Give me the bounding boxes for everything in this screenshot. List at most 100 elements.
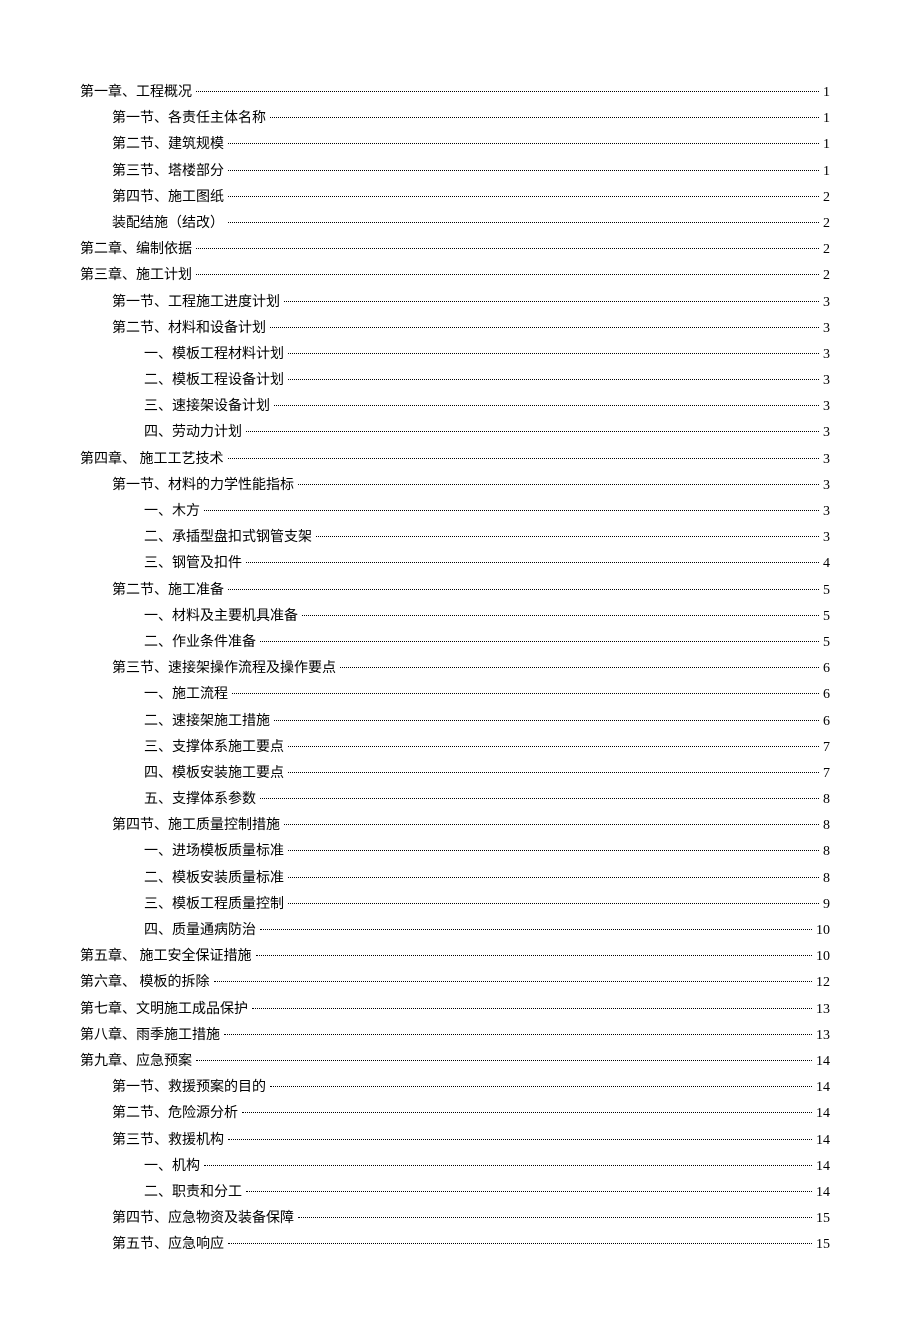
- toc-entry: 二、职责和分工14: [80, 1180, 830, 1205]
- toc-entry-page: 3: [823, 368, 830, 393]
- toc-entry-label: 第三节、救援机构: [112, 1128, 224, 1153]
- toc-leader-dots: [270, 1086, 812, 1087]
- toc-entry-page: 14: [816, 1075, 830, 1100]
- toc-entry: 第四章、 施工工艺技术3: [80, 447, 830, 472]
- toc-entry-label: 一、模板工程材料计划: [144, 342, 284, 367]
- toc-entry-page: 8: [823, 787, 830, 812]
- toc-leader-dots: [274, 720, 819, 721]
- toc-entry-label: 二、承插型盘扣式钢管支架: [144, 525, 312, 550]
- toc-entry-label: 一、施工流程: [144, 682, 228, 707]
- toc-entry: 第二章、编制依据 2: [80, 237, 830, 262]
- toc-entry-page: 3: [823, 290, 830, 315]
- toc-entry-page: 10: [816, 944, 830, 969]
- toc-entry: 三、支撑体系施工要点 7: [80, 735, 830, 760]
- toc-entry-label: 一、机构: [144, 1154, 200, 1179]
- toc-leader-dots: [228, 170, 819, 171]
- toc-leader-dots: [260, 798, 819, 799]
- toc-entry-page: 2: [823, 237, 830, 262]
- toc-entry: 二、模板安装质量标准 8: [80, 866, 830, 891]
- toc-entry-page: 14: [816, 1101, 830, 1126]
- toc-entry: 第一节、工程施工进度计划 3: [80, 290, 830, 315]
- toc-entry: 第五章、 施工安全保证措施10: [80, 944, 830, 969]
- toc-entry-page: 13: [816, 1023, 830, 1048]
- toc-entry-label: 一、进场模板质量标准: [144, 839, 284, 864]
- toc-entry: 四、质量通病防治10: [80, 918, 830, 943]
- toc-entry: 三、钢管及扣件4: [80, 551, 830, 576]
- toc-leader-dots: [196, 274, 819, 275]
- toc-entry: 第三章、施工计划2: [80, 263, 830, 288]
- toc-entry-page: 12: [816, 970, 830, 995]
- toc-entry: 第一章、工程概况1: [80, 80, 830, 105]
- toc-entry-label: 第二节、危险源分析: [112, 1101, 238, 1126]
- toc-entry-label: 第二章、编制依据: [80, 237, 192, 262]
- toc-leader-dots: [288, 850, 819, 851]
- toc-entry-label: 三、支撑体系施工要点: [144, 735, 284, 760]
- toc-entry-page: 14: [816, 1180, 830, 1205]
- toc-entry-page: 7: [823, 735, 830, 760]
- toc-entry-label: 第三节、速接架操作流程及操作要点: [112, 656, 336, 681]
- toc-entry: 第四节、应急物资及装备保障15: [80, 1206, 830, 1231]
- toc-entry-page: 8: [823, 866, 830, 891]
- toc-leader-dots: [228, 589, 819, 590]
- toc-entry-page: 1: [823, 106, 830, 131]
- table-of-contents: 第一章、工程概况1第一节、各责任主体名称1第二节、建筑规模1第三节、塔楼部分1第…: [80, 80, 830, 1257]
- toc-entry-page: 14: [816, 1128, 830, 1153]
- toc-entry: 第七章、文明施工成品保护13: [80, 997, 830, 1022]
- toc-entry: 第四节、施工质量控制措施8: [80, 813, 830, 838]
- toc-leader-dots: [204, 1165, 812, 1166]
- toc-leader-dots: [316, 536, 819, 537]
- toc-leader-dots: [228, 143, 819, 144]
- toc-leader-dots: [270, 327, 819, 328]
- toc-entry: 第三节、救援机构 14: [80, 1128, 830, 1153]
- toc-entry-label: 三、模板工程质量控制: [144, 892, 284, 917]
- toc-leader-dots: [246, 1191, 812, 1192]
- toc-entry-page: 3: [823, 499, 830, 524]
- toc-entry-page: 10: [816, 918, 830, 943]
- toc-entry-page: 8: [823, 813, 830, 838]
- toc-leader-dots: [340, 667, 819, 668]
- toc-leader-dots: [288, 903, 819, 904]
- toc-leader-dots: [270, 117, 819, 118]
- toc-entry: 二、速接架施工措施6: [80, 709, 830, 734]
- toc-entry-label: 第一节、救援预案的目的: [112, 1075, 266, 1100]
- toc-entry: 二、作业条件准备5: [80, 630, 830, 655]
- toc-leader-dots: [298, 1217, 812, 1218]
- toc-leader-dots: [260, 641, 819, 642]
- toc-entry: 第一节、救援预案的目的 14: [80, 1075, 830, 1100]
- toc-entry-label: 第二节、材料和设备计划: [112, 316, 266, 341]
- toc-entry-label: 第三节、塔楼部分: [112, 159, 224, 184]
- toc-entry: 一、材料及主要机具准备5: [80, 604, 830, 629]
- toc-entry: 第二节、材料和设备计划3: [80, 316, 830, 341]
- toc-entry-page: 7: [823, 761, 830, 786]
- toc-entry-label: 第五节、应急响应: [112, 1232, 224, 1257]
- toc-entry-label: 二、模板安装质量标准: [144, 866, 284, 891]
- toc-leader-dots: [214, 981, 813, 982]
- toc-entry-label: 第二节、建筑规模: [112, 132, 224, 157]
- toc-entry-label: 第一节、工程施工进度计划: [112, 290, 280, 315]
- toc-entry: 一、模板工程材料计划3: [80, 342, 830, 367]
- toc-entry-label: 第四节、施工图纸: [112, 185, 224, 210]
- toc-entry: 第二节、危险源分析 14: [80, 1101, 830, 1126]
- toc-entry: 第四节、施工图纸2: [80, 185, 830, 210]
- toc-entry: 装配结施（结改）2: [80, 211, 830, 236]
- toc-entry: 第三节、速接架操作流程及操作要点6: [80, 656, 830, 681]
- toc-entry: 一、进场模板质量标准8: [80, 839, 830, 864]
- toc-entry: 第三节、塔楼部分1: [80, 159, 830, 184]
- toc-leader-dots: [288, 772, 819, 773]
- toc-entry-label: 三、速接架设备计划: [144, 394, 270, 419]
- toc-entry-page: 14: [816, 1049, 830, 1074]
- toc-entry-label: 四、劳动力计划: [144, 420, 242, 445]
- toc-leader-dots: [288, 877, 819, 878]
- toc-leader-dots: [260, 929, 812, 930]
- toc-entry-label: 三、钢管及扣件: [144, 551, 242, 576]
- toc-entry-page: 3: [823, 420, 830, 445]
- toc-leader-dots: [298, 484, 819, 485]
- toc-entry-page: 3: [823, 525, 830, 550]
- toc-entry-page: 15: [816, 1232, 830, 1257]
- toc-entry-page: 14: [816, 1154, 830, 1179]
- toc-entry-label: 一、材料及主要机具准备: [144, 604, 298, 629]
- toc-entry-label: 第一节、材料的力学性能指标: [112, 473, 294, 498]
- toc-leader-dots: [246, 562, 819, 563]
- toc-entry-page: 5: [823, 578, 830, 603]
- toc-leader-dots: [256, 955, 813, 956]
